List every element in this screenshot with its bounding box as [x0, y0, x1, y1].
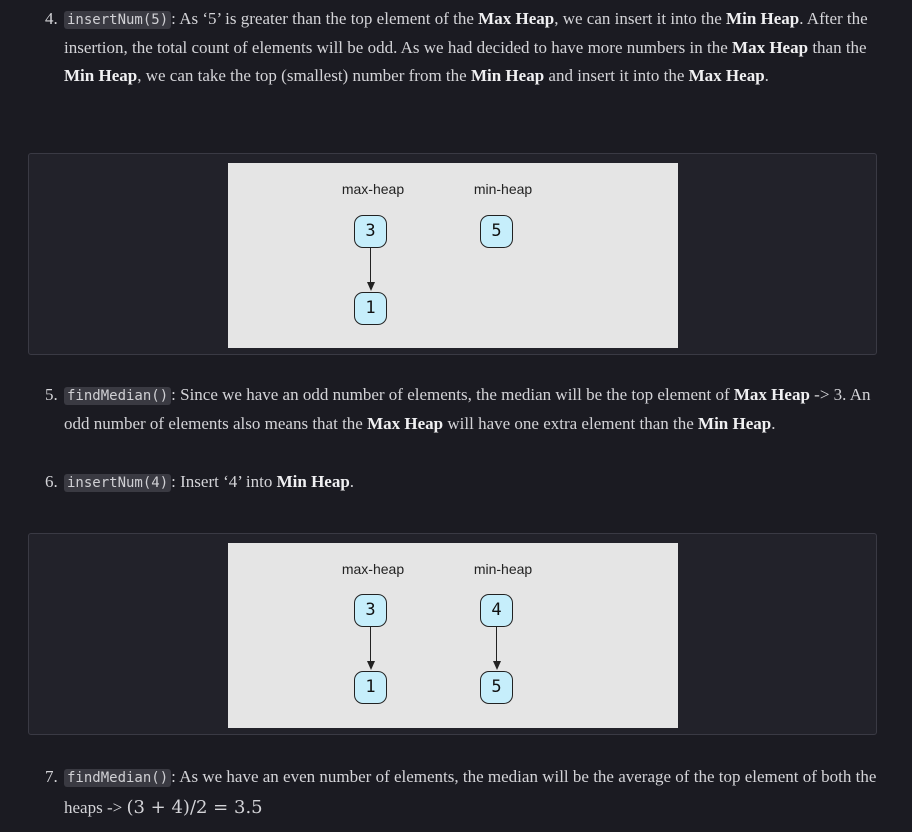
step-7: 7. findMedian(): As we have an even numb…: [45, 762, 884, 823]
edge-arrow: [367, 282, 375, 291]
step-text: will have one extra element than the: [443, 414, 699, 433]
bold-term: Min Heap: [470, 66, 545, 85]
step-6: 6. insertNum(4): Insert ‘4’ into Min Hea…: [45, 468, 884, 497]
step-text: .: [349, 472, 355, 491]
bold-term: Max Heap: [733, 385, 810, 404]
min-heap-node: 5: [480, 215, 513, 248]
step-text: , we can insert it into the: [554, 9, 727, 28]
max-heap-node: 3: [354, 215, 387, 248]
step-text: : As ‘5’ is greater than the top element…: [171, 9, 479, 28]
bold-term: Max Heap: [478, 9, 555, 28]
step-text: : Since we have an odd number of element…: [171, 385, 734, 404]
max-heap-node: 3: [354, 594, 387, 627]
step-text: and insert it into the: [544, 66, 689, 85]
bold-term: Min Heap: [64, 66, 138, 85]
diagram-panel-1: max-heap min-heap 3 1 5: [28, 153, 877, 355]
step-text: than the: [808, 38, 867, 57]
step-text: : Insert ‘4’ into: [171, 472, 277, 491]
edge-arrow: [367, 661, 375, 670]
heap-diagram-1: max-heap min-heap 3 1 5: [228, 163, 678, 348]
min-heap-node: 5: [480, 671, 513, 704]
step-number: 7.: [45, 767, 58, 786]
max-heap-node: 1: [354, 292, 387, 325]
step-5: 5. findMedian(): Since we have an odd nu…: [45, 381, 884, 438]
max-heap-node: 1: [354, 671, 387, 704]
bold-term: Min Heap: [726, 9, 800, 28]
heap-edge: [496, 627, 497, 663]
median-formula: (3 + 4)/2 = 3.5: [126, 797, 263, 818]
bold-term: Max Heap: [367, 414, 444, 433]
max-heap-label: max-heap: [341, 561, 405, 577]
min-heap-label: min-heap: [473, 561, 533, 577]
bold-term: Min Heap: [276, 472, 350, 491]
code-findmedian: findMedian(): [64, 387, 172, 405]
step-4: 4. insertNum(5): As ‘5’ is greater than …: [45, 5, 884, 90]
heap-diagram-2: max-heap min-heap 3 1 4 5: [228, 543, 678, 728]
diagram-panel-2: max-heap min-heap 3 1 4 5: [28, 533, 877, 735]
step-text: , we can take the top (smallest) number …: [137, 66, 471, 85]
step-number: 6.: [45, 472, 58, 491]
min-heap-label: min-heap: [473, 181, 533, 197]
step-number: 5.: [45, 385, 58, 404]
code-insertnum: insertNum(4): [64, 474, 172, 492]
max-heap-label: max-heap: [341, 181, 405, 197]
bold-term: Max Heap: [732, 38, 809, 57]
heap-edge: [370, 627, 371, 663]
edge-arrow: [493, 661, 501, 670]
bold-term: Min Heap: [698, 414, 772, 433]
min-heap-node: 4: [480, 594, 513, 627]
step-text: .: [764, 66, 769, 85]
step-text: .: [771, 414, 776, 433]
step-number: 4.: [45, 9, 58, 28]
code-findmedian: findMedian(): [64, 769, 172, 787]
code-insertnum: insertNum(5): [64, 11, 172, 29]
bold-term: Max Heap: [688, 66, 765, 85]
heap-edge: [370, 248, 371, 284]
